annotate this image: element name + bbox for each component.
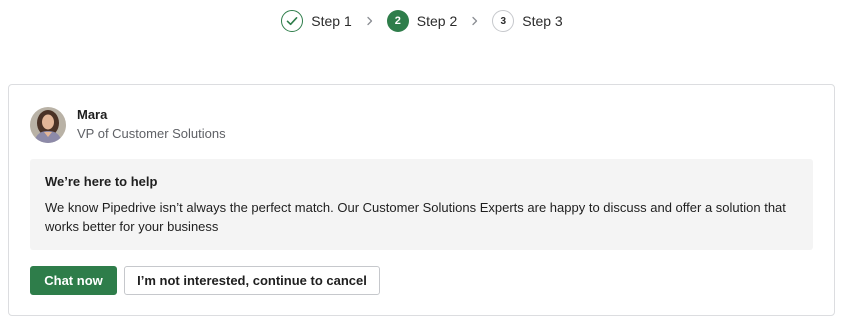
agent-name: Mara — [77, 106, 108, 122]
step-1-indicator — [281, 10, 304, 32]
help-message-box: We’re here to help We know Pipedrive isn… — [30, 159, 813, 250]
retention-card: Mara VP of Customer Solutions We’re here… — [8, 84, 835, 316]
step-2-label: Step 2 — [416, 13, 458, 29]
avatar — [30, 107, 66, 143]
profile-text: Mara VP of Customer Solutions — [77, 107, 226, 142]
agent-title: VP of Customer Solutions — [77, 125, 226, 141]
help-body: We know Pipedrive isn’t always the perfe… — [45, 200, 786, 234]
help-heading: We’re here to help — [45, 174, 158, 189]
step-3-indicator: 3 — [492, 10, 515, 32]
chevron-right-icon — [471, 16, 479, 26]
step-1: Step 1 — [281, 10, 352, 32]
continue-to-cancel-button[interactable]: I’m not interested, continue to cancel — [124, 266, 380, 295]
step-2: 2 Step 2 — [386, 10, 458, 32]
step-3: 3 Step 3 — [492, 10, 563, 32]
step-1-label: Step 1 — [311, 13, 352, 29]
progress-stepper: Step 1 2 Step 2 3 Step 3 — [0, 8, 844, 34]
check-icon — [286, 17, 298, 26]
action-buttons: Chat now I’m not interested, continue to… — [30, 266, 380, 295]
step-3-label: Step 3 — [522, 13, 563, 29]
chevron-right-icon — [366, 16, 374, 26]
chat-now-button[interactable]: Chat now — [30, 266, 117, 295]
step-2-indicator: 2 — [386, 10, 409, 32]
agent-profile: Mara VP of Customer Solutions — [30, 107, 226, 143]
